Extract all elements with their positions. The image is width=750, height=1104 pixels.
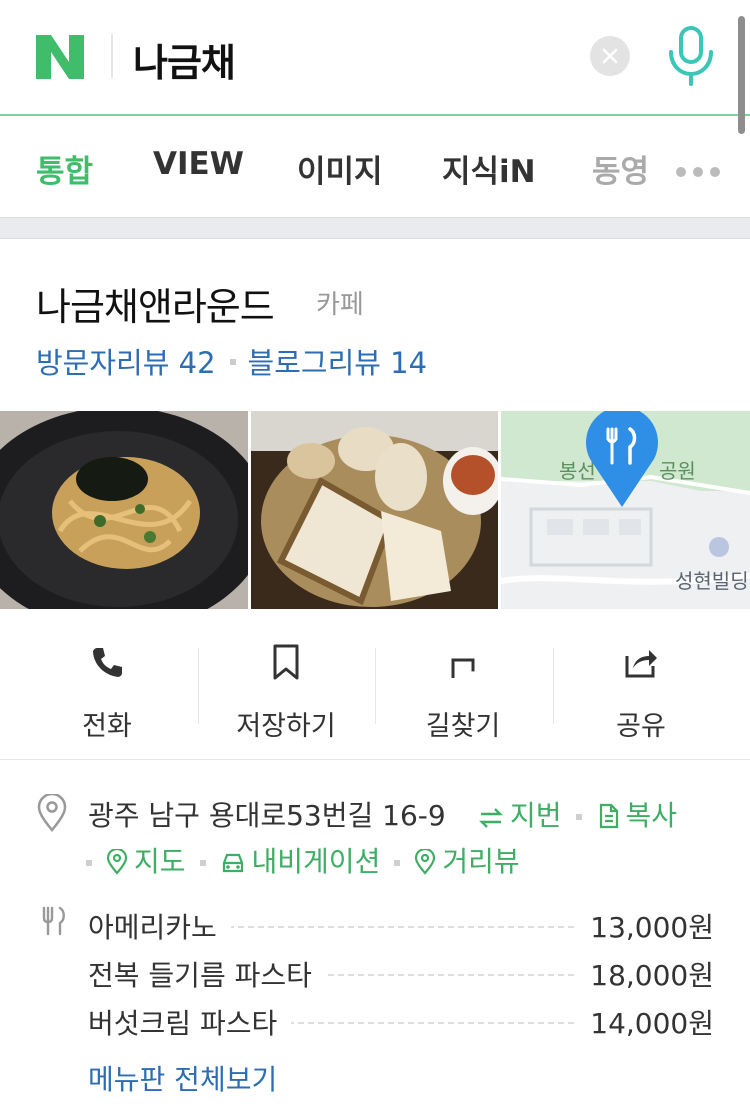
map-label: 성현빌딩 xyxy=(675,569,749,593)
tab-images[interactable]: 이미지 xyxy=(297,146,383,191)
call-button[interactable]: 전화 xyxy=(18,610,196,760)
section-divider xyxy=(0,217,750,239)
call-label: 전화 xyxy=(82,711,132,742)
voice-search-button[interactable] xyxy=(665,24,717,88)
menu-item-price: 18,000원 xyxy=(576,954,714,994)
separator-dot xyxy=(575,814,582,820)
menu-item-price: 14,000원 xyxy=(576,1002,714,1042)
close-icon xyxy=(602,48,618,64)
photo-bread[interactable] xyxy=(251,411,498,609)
fork-knife-icon xyxy=(42,906,65,936)
location-pin-icon xyxy=(37,794,67,832)
naver-logo-icon[interactable] xyxy=(36,35,84,79)
microphone-icon xyxy=(669,26,713,86)
street-view-icon xyxy=(415,849,436,875)
tab-all[interactable]: 통합 xyxy=(36,146,93,191)
swap-icon xyxy=(479,808,503,828)
map-pin-icon xyxy=(586,411,658,507)
photo-strip: 봉선 공원 성현빌딩 xyxy=(0,411,750,609)
share-icon xyxy=(625,650,657,678)
tab-knowledge-in[interactable]: 지식iN xyxy=(442,146,536,191)
place-category: 카페 xyxy=(316,290,364,320)
share-button[interactable]: 공유 xyxy=(552,610,730,760)
search-tabs: 통합 VIEW 이미지 지식iN 동영 xyxy=(0,118,750,218)
menu-item: 버섯크림 파스타 14,000원 xyxy=(88,1002,714,1042)
menu-item-name: 버섯크림 파스타 xyxy=(88,1002,292,1042)
bookmark-icon xyxy=(273,644,299,680)
save-button[interactable]: 저장하기 xyxy=(197,610,375,760)
map-link[interactable]: 지도 xyxy=(106,845,186,878)
menu-item-name: 전복 들기름 파스타 xyxy=(88,954,326,994)
address-links: 지도 내비게이션 거리뷰 xyxy=(74,840,520,880)
menu-item-price: 13,000원 xyxy=(576,906,714,946)
share-label: 공유 xyxy=(616,711,666,742)
menu-item: 전복 들기름 파스타 18,000원 xyxy=(88,954,714,994)
lot-number-toggle[interactable]: 지번 xyxy=(478,799,562,832)
directions-button[interactable]: 길찾기 xyxy=(374,610,552,760)
address-actions: 지번 복사 xyxy=(478,794,677,834)
menu-item-name: 아메리카노 xyxy=(88,906,231,946)
more-tabs-icon[interactable] xyxy=(676,162,727,181)
photo-pasta[interactable] xyxy=(0,411,248,609)
review-links: 방문자리뷰 42 블로그리뷰 14 xyxy=(36,340,427,382)
save-label: 저장하기 xyxy=(236,711,336,742)
view-full-menu-link[interactable]: 메뉴판 전체보기 xyxy=(88,1058,277,1098)
separator-dot xyxy=(394,860,401,866)
directions-label: 길찾기 xyxy=(425,711,501,742)
navigation-link[interactable]: 내비게이션 xyxy=(220,845,380,878)
menu-item: 아메리카노 13,000원 xyxy=(88,906,714,946)
search-input[interactable]: 나금채 xyxy=(133,32,236,87)
place-title[interactable]: 나금채앤라운드 xyxy=(36,276,275,331)
copy-icon xyxy=(599,803,618,829)
separator-dot xyxy=(86,860,92,866)
blog-reviews-link[interactable]: 블로그리뷰 14 xyxy=(248,346,428,380)
copy-address-button[interactable]: 복사 xyxy=(596,799,677,832)
map-pin-icon xyxy=(106,849,128,875)
visitor-reviews-link[interactable]: 방문자리뷰 42 xyxy=(36,346,216,380)
separator-dot xyxy=(199,860,206,866)
tab-view[interactable]: VIEW xyxy=(153,146,244,182)
phone-icon xyxy=(93,648,122,677)
car-icon xyxy=(222,853,243,873)
logo-divider xyxy=(111,34,113,78)
scrollbar[interactable] xyxy=(738,16,745,134)
directions-icon xyxy=(451,658,475,678)
search-bar: 나금채 xyxy=(0,0,750,116)
street-view-link[interactable]: 거리뷰 xyxy=(414,845,520,878)
map-label: 공원 xyxy=(659,459,696,483)
address-text: 광주 남구 용대로53번길 16-9 xyxy=(88,799,446,832)
tab-video[interactable]: 동영 xyxy=(592,146,649,191)
map-thumbnail[interactable]: 봉선 공원 성현빌딩 xyxy=(501,411,750,609)
separator-dot xyxy=(229,358,236,365)
action-bar: 전화 저장하기 길찾기 공유 xyxy=(0,610,750,760)
clear-search-button[interactable] xyxy=(590,36,630,76)
